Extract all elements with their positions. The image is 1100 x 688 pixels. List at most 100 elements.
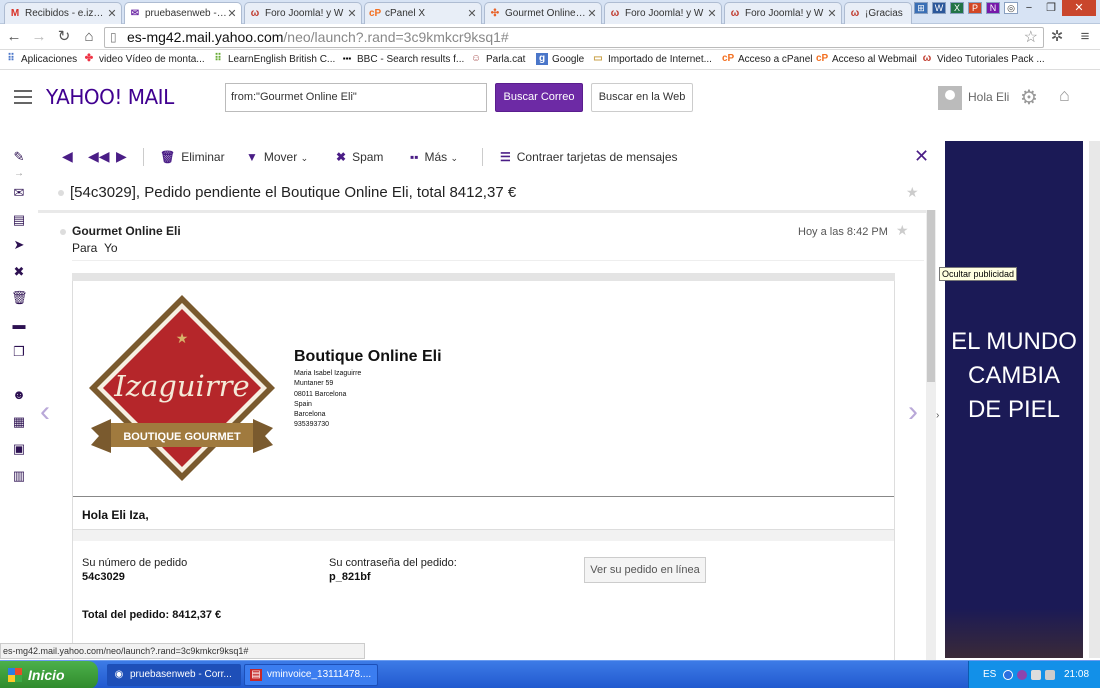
close-tab-icon[interactable]: ✕: [107, 7, 117, 20]
bookmark-item[interactable]: g Google: [536, 53, 584, 65]
star-icon[interactable]: ★: [896, 222, 909, 239]
excel-icon[interactable]: X: [950, 2, 964, 14]
powerpoint-icon[interactable]: P: [968, 2, 982, 14]
close-tab-icon[interactable]: ✕: [347, 7, 357, 20]
spam-label: Spam: [352, 150, 384, 164]
folder-icon[interactable]: ▬: [11, 317, 27, 333]
star-icon[interactable]: ★: [906, 184, 919, 201]
trash-icon[interactable]: 🗑: [11, 290, 28, 306]
tab-joomla-forum[interactable]: ω Foro Joomla! y W ✕: [724, 2, 842, 24]
spam-button[interactable]: ✖ Spam: [336, 150, 383, 164]
bookmark-item[interactable]: ⠿ LearnEnglish British C...: [212, 53, 335, 65]
next-message-icon[interactable]: ›: [908, 395, 918, 429]
bookmark-item[interactable]: ✤ video Vídeo de monta...: [83, 53, 205, 65]
bookmark-item[interactable]: ▪▪▪ BBC - Search results f...: [341, 53, 465, 65]
home-icon[interactable]: ⌂: [80, 28, 98, 46]
search-input[interactable]: from:"Gourmet Online Eli": [225, 83, 487, 112]
search-mail-button[interactable]: Buscar Correo: [495, 83, 583, 112]
bookmark-item[interactable]: ⠿ Aplicaciones: [5, 53, 77, 65]
hamburger-menu-icon[interactable]: [14, 90, 32, 108]
menu-icon[interactable]: ≡: [1076, 28, 1094, 46]
bookmark-item[interactable]: cP Acceso a cPanel: [722, 53, 813, 65]
taskbar-item-pdf[interactable]: ▤ vminvoice_13111478....: [244, 664, 378, 686]
window-close-icon[interactable]: ✕: [1062, 0, 1096, 16]
yahoo-mail-logo[interactable]: YAHOO! MAIL: [46, 85, 174, 109]
extension-icon[interactable]: ✲: [1048, 28, 1066, 46]
bookmark-item[interactable]: ☺ Parla.cat: [470, 53, 526, 65]
tab-gourmet-online[interactable]: ✣ Gourmet Online Eli ✕: [484, 2, 602, 24]
hide-ad-toggle-icon[interactable]: ›: [936, 410, 939, 421]
close-message-icon[interactable]: ✕: [914, 146, 929, 167]
tab-joomla-forum[interactable]: ω Foro Joomla! y W ✕: [244, 2, 362, 24]
scrollbar-thumb[interactable]: [927, 210, 935, 382]
minimize-icon[interactable]: −: [1018, 0, 1040, 16]
close-tab-icon[interactable]: ✕: [827, 7, 837, 20]
recipient-line: Para Yo: [72, 241, 118, 255]
divider: [72, 260, 924, 261]
page-scrollbar[interactable]: [1089, 141, 1100, 658]
avatar[interactable]: [938, 86, 962, 110]
tab-gmail[interactable]: M Recibidos - e.izagu ✕: [4, 2, 122, 24]
maximize-icon[interactable]: ❐: [1040, 0, 1062, 16]
more-button[interactable]: ▪▪ Más ⌄: [410, 150, 458, 164]
advertisement[interactable]: EL MUNDO CAMBIA DE PIEL: [945, 141, 1083, 658]
language-indicator[interactable]: ES: [983, 669, 996, 680]
address-bar[interactable]: ▯ es-mg42.mail.yahoo.com/neo/launch?.ran…: [104, 27, 1044, 48]
notepad-icon[interactable]: ▥: [11, 468, 27, 484]
network-icon[interactable]: [1031, 670, 1041, 680]
tray-app-icon[interactable]: [1017, 670, 1027, 680]
bookmark-label: video Vídeo de monta...: [99, 53, 205, 65]
tab-title: cPanel X: [385, 8, 426, 19]
forward-icon[interactable]: →: [30, 28, 48, 46]
onenote-icon[interactable]: N: [986, 2, 1000, 14]
messenger-icon[interactable]: ☻: [11, 387, 27, 403]
close-tab-icon[interactable]: ✕: [587, 7, 597, 20]
user-greeting[interactable]: Hola Eli: [968, 90, 1009, 104]
reply-all-icon[interactable]: ◀◀: [88, 148, 110, 165]
tab-yahoo-mail[interactable]: ✉ pruebasenweb - Co ✕: [124, 2, 242, 24]
close-tab-icon[interactable]: ✕: [707, 7, 717, 20]
gear-icon[interactable]: ⚙: [1020, 85, 1038, 110]
close-tab-icon[interactable]: ✕: [227, 7, 237, 20]
move-button[interactable]: ▼ Mover ⌄: [246, 150, 308, 164]
bookmark-item[interactable]: ω Video Tutoriales Pack ...: [921, 53, 1045, 65]
volume-icon[interactable]: [1045, 670, 1055, 680]
inbox-icon[interactable]: ✉: [11, 185, 27, 201]
reply-icon[interactable]: ◀: [62, 148, 73, 165]
app-icon[interactable]: ◎: [1004, 2, 1018, 14]
office-icon[interactable]: ⊞: [914, 2, 928, 14]
calendar-icon[interactable]: ▦: [11, 414, 27, 430]
bookmarks-bar: ⠿ Aplicaciones ✤ video Vídeo de monta... ⠿…: [0, 50, 1100, 70]
tab-joomla-forum[interactable]: ω Foro Joomla! y W ✕: [604, 2, 722, 24]
collapse-cards-button[interactable]: ☰ Contraer tarjetas de mensajes: [500, 150, 678, 164]
sent-icon[interactable]: ➤: [11, 237, 27, 253]
back-icon[interactable]: ←: [5, 28, 23, 46]
delete-button[interactable]: 🗑 Eliminar: [160, 150, 225, 164]
drafts-icon[interactable]: ▤: [11, 212, 27, 228]
compose-icon[interactable]: ✎: [11, 149, 27, 165]
close-tab-icon[interactable]: ✕: [467, 7, 477, 20]
spam-icon[interactable]: ✖: [11, 264, 27, 280]
bookmark-item[interactable]: ▭ Importado de Internet...: [592, 53, 712, 65]
yahoo-mail-icon: ✉: [130, 7, 140, 19]
bookmark-star-icon[interactable]: ☆: [1024, 27, 1038, 47]
search-web-button[interactable]: Buscar en la Web: [591, 83, 693, 112]
previous-message-icon[interactable]: ‹: [40, 395, 50, 429]
taskbar-item-chrome[interactable]: ◉ pruebasenweb - Corr...: [107, 664, 241, 686]
expand-arrow-icon[interactable]: →: [11, 166, 27, 182]
home-icon[interactable]: ⌂: [1059, 85, 1070, 106]
forward-icon[interactable]: ▶: [116, 148, 127, 165]
tab-cpanel[interactable]: cP cPanel X ✕: [364, 2, 482, 24]
message-scrollbar[interactable]: [926, 210, 936, 660]
view-order-button[interactable]: Ver su pedido en línea: [584, 557, 706, 583]
bookmark-item[interactable]: cP Acceso al Webmail: [816, 53, 917, 65]
contacts-icon[interactable]: ▣: [11, 441, 27, 457]
sender-name[interactable]: Gourmet Online Eli: [72, 224, 181, 238]
reload-icon[interactable]: ↻: [55, 28, 73, 46]
parla-icon: ☺: [470, 53, 482, 64]
start-button[interactable]: Inicio: [0, 661, 98, 688]
folders-icon[interactable]: ❐: [11, 344, 27, 360]
tray-back-icon[interactable]: [1003, 670, 1013, 680]
word-icon[interactable]: W: [932, 2, 946, 14]
tab-gracias[interactable]: ω ¡Gracias: [844, 2, 912, 24]
